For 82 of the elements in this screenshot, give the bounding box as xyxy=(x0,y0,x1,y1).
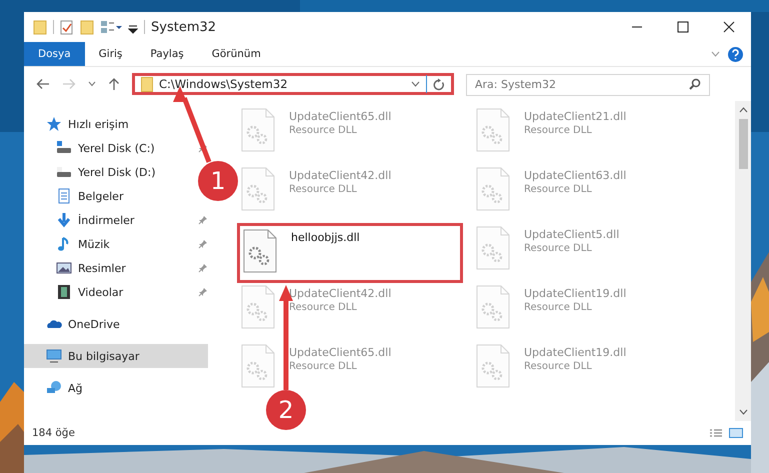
nav-item[interactable]: Hızlı erişim xyxy=(24,112,135,136)
nav-item[interactable]: OneDrive xyxy=(24,312,126,336)
drive-icon xyxy=(56,164,72,180)
gear-file-icon xyxy=(241,285,275,329)
folder-icon xyxy=(33,19,47,35)
gear-file-icon xyxy=(243,229,277,273)
file-type: Resource DLL xyxy=(289,184,358,195)
document-icon xyxy=(56,188,72,204)
file-type: Resource DLL xyxy=(524,125,593,136)
window-title: System32 xyxy=(151,20,216,34)
search-field[interactable]: Ara: System32 xyxy=(466,74,710,96)
nav-item[interactable]: Ağ xyxy=(24,376,89,400)
monitor-icon xyxy=(46,348,62,364)
search-icon xyxy=(689,78,701,90)
nav-item[interactable]: Müzik xyxy=(24,232,116,256)
nav-item[interactable]: Yerel Disk (C:) xyxy=(24,136,161,160)
file-type: Resource DLL xyxy=(524,243,593,254)
star-icon xyxy=(46,116,62,132)
tiles-view-icon[interactable] xyxy=(729,428,743,438)
file-type: Resource DLL xyxy=(289,125,358,136)
gear-file-icon xyxy=(476,344,510,388)
gear-file-icon xyxy=(241,344,275,388)
nav-item[interactable]: Videolar xyxy=(24,280,130,304)
dropdown-icon[interactable] xyxy=(411,81,420,87)
file-type: Resource DLL xyxy=(524,361,593,372)
drive-icon xyxy=(56,140,72,156)
film-icon xyxy=(56,284,72,300)
nav-item[interactable]: Yerel Disk (D:) xyxy=(24,160,162,184)
properties-icon[interactable] xyxy=(60,19,74,35)
back-icon[interactable] xyxy=(36,78,50,90)
gear-file-icon xyxy=(476,285,510,329)
nav-item[interactable]: İndirmeler xyxy=(24,208,140,232)
gear-file-icon xyxy=(476,226,510,270)
gear-file-icon xyxy=(476,108,510,152)
view-icon[interactable] xyxy=(100,19,122,35)
help-icon[interactable] xyxy=(728,46,743,62)
nav-item[interactable]: Bu bilgisayar xyxy=(24,344,208,368)
file-name: helloobjjs.dll xyxy=(291,231,360,244)
gear-file-icon xyxy=(241,167,275,211)
refresh-icon[interactable] xyxy=(433,78,445,90)
chevron-icon[interactable] xyxy=(88,81,96,87)
folder-icon xyxy=(141,76,153,92)
ribbon-tab[interactable]: Paylaş xyxy=(136,42,198,66)
file-type: Resource DLL xyxy=(524,302,593,313)
file-name: UpdateClient65.dll xyxy=(289,110,392,123)
up-icon[interactable] xyxy=(108,77,120,91)
maximize-icon[interactable] xyxy=(677,21,689,33)
file-name: UpdateClient42.dll xyxy=(289,169,392,182)
file-name: UpdateClient19.dll xyxy=(524,287,626,300)
file-name: UpdateClient19.dll xyxy=(524,346,626,359)
close-icon[interactable] xyxy=(723,21,735,33)
scroll-up-icon[interactable] xyxy=(738,107,748,113)
nav-item[interactable]: Resimler xyxy=(24,256,132,280)
nav-item[interactable]: Belgeler xyxy=(24,184,130,208)
image-icon xyxy=(56,260,72,276)
scroll-thumb[interactable] xyxy=(738,119,748,169)
ribbon-tab[interactable]: Görünüm xyxy=(198,42,275,66)
pin-icon[interactable] xyxy=(198,239,208,249)
scroll-down-icon[interactable] xyxy=(738,409,748,415)
pin-icon[interactable] xyxy=(198,215,208,225)
download-icon xyxy=(56,212,72,228)
scrollbar[interactable] xyxy=(735,101,751,421)
file-name: UpdateClient42.dll xyxy=(289,287,392,300)
address-field[interactable]: C:\Windows\System32 xyxy=(132,73,454,95)
file-name: UpdateClient63.dll xyxy=(524,169,626,182)
gear-file-icon xyxy=(241,108,275,152)
details-view-icon[interactable] xyxy=(709,428,723,438)
file-name: UpdateClient21.dll xyxy=(524,110,626,123)
file-name: UpdateClient65.dll xyxy=(289,346,392,359)
network-icon xyxy=(46,380,62,396)
ribbon-tab[interactable]: Giriş xyxy=(84,42,136,66)
chevron-icon[interactable] xyxy=(711,51,720,57)
ribbon-tab[interactable]: Dosya xyxy=(24,42,85,66)
file-type: Resource DLL xyxy=(289,361,358,372)
item-count: 184 öğe xyxy=(32,427,75,439)
gear-file-icon xyxy=(476,167,510,211)
pin-icon[interactable] xyxy=(198,287,208,297)
file-type: Resource DLL xyxy=(524,184,593,195)
file-item[interactable]: helloobjjs.dll xyxy=(237,223,463,283)
file-type: Resource DLL xyxy=(289,302,358,313)
file-name: UpdateClient5.dll xyxy=(524,228,620,241)
pin-icon[interactable] xyxy=(198,263,208,273)
